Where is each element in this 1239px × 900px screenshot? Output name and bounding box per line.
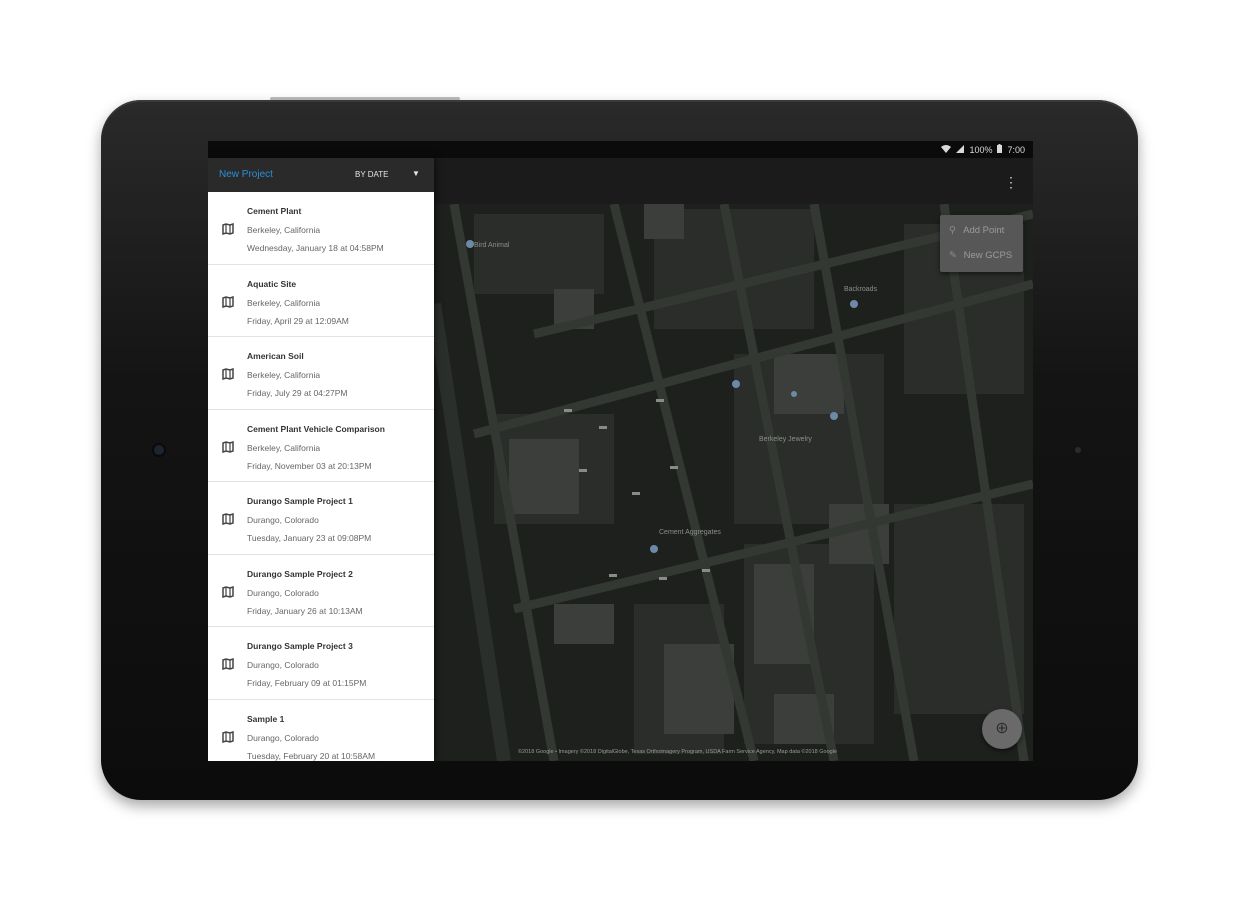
map-attribution: ©2018 Google • Imagery ©2018 DigitalGlob…	[518, 749, 837, 755]
project-name: Aquatic Site	[247, 278, 297, 289]
tablet-screen: 100% 7:00 ⋮ Bird Animal Backroads Cement…	[208, 141, 1033, 761]
fab-menu: ⚲ Add Point ✎ New GCPS	[940, 215, 1023, 272]
new-project-button[interactable]: New Project	[219, 169, 273, 180]
map-imagery	[434, 204, 1033, 761]
map-icon	[222, 222, 234, 236]
project-location: Durango, Colorado	[247, 732, 319, 743]
front-camera	[154, 445, 164, 455]
project-date: Friday, February 09 at 01:15PM	[247, 678, 367, 688]
project-date: Tuesday, February 20 at 10:58AM	[247, 750, 376, 761]
project-name: Cement Plant	[247, 206, 302, 216]
project-list-item[interactable]: Durango Sample Project 1 Durango, Colorad…	[208, 482, 434, 555]
project-date: Friday, November 03 at 20:13PM	[247, 460, 372, 471]
battery-percent: 100%	[969, 144, 993, 155]
map-icon	[222, 585, 234, 598]
project-location: Berkeley, California	[247, 442, 321, 453]
project-list-item[interactable]: Aquatic Site Berkeley, California Friday, …	[208, 265, 434, 337]
project-location: Berkeley, California	[247, 297, 321, 308]
project-list-item[interactable]: Cement Plant Vehicle Comparison Berkeley,…	[208, 410, 434, 482]
project-name: Durango Sample Project 1	[247, 496, 353, 506]
battery-icon	[997, 144, 1003, 155]
project-name: Sample 1	[247, 713, 285, 724]
satellite-map[interactable]: Bird Animal Backroads Cement Aggregates …	[434, 204, 1033, 761]
project-date: Wednesday, January 18 at 04:58PM	[247, 243, 384, 253]
project-list-item[interactable]: Cement Plant Berkeley, California Wednesda…	[208, 192, 434, 265]
project-list-item[interactable]: Sample 1 Durango, Colorado Tuesday, Februa…	[208, 700, 434, 762]
add-point-button[interactable]: ⚲ Add Point	[949, 225, 1004, 236]
project-location: Berkeley, California	[247, 225, 321, 235]
map-icon	[222, 657, 234, 671]
sidebar-header: New Project BY DATE ▼	[208, 158, 434, 192]
status-bar: 100% 7:00	[208, 141, 1033, 158]
project-date: Friday, July 29 at 04:27PM	[247, 388, 348, 398]
map-icon	[222, 367, 234, 381]
project-name: American Soil	[247, 351, 304, 361]
map-icon	[222, 295, 234, 308]
new-gcps-button[interactable]: ✎ New GCPS	[949, 250, 1012, 261]
my-location-icon: ⊕	[995, 720, 1009, 737]
project-name: Cement Plant Vehicle Comparison	[247, 423, 385, 434]
map-icon	[222, 440, 234, 453]
project-list-item[interactable]: American Soil Berkeley, California Friday,…	[208, 337, 434, 410]
project-location: Durango, Colorado	[247, 587, 319, 598]
signal-icon	[956, 144, 965, 155]
more-vert-icon[interactable]: ⋮	[1001, 172, 1021, 192]
project-list-item[interactable]: Durango Sample Project 2 Durango, Colorad…	[208, 555, 434, 627]
map-label: Backroads	[844, 286, 878, 293]
add-point-label: Add Point	[963, 225, 1005, 236]
sort-dropdown[interactable]: BY DATE	[355, 170, 389, 179]
project-location: Durango, Colorado	[247, 515, 319, 525]
project-location: Berkeley, California	[247, 370, 321, 380]
chevron-down-icon[interactable]: ▼	[412, 169, 420, 178]
project-date: Friday, January 26 at 10:13AM	[247, 605, 363, 616]
map-label: Bird Animal	[474, 242, 510, 249]
wifi-icon	[941, 144, 952, 155]
new-gcps-label: New GCPS	[963, 250, 1013, 261]
clock: 7:00	[1007, 144, 1025, 155]
map-label: Berkeley Jewelry	[759, 436, 812, 443]
project-location: Durango, Colorado	[247, 660, 319, 670]
project-sidebar: New Project BY DATE ▼ Cement Plant Berkel…	[208, 158, 434, 761]
project-date: Tuesday, January 23 at 09:08PM	[247, 533, 372, 543]
project-list-item[interactable]: Durango Sample Project 3 Durango, Colorad…	[208, 627, 434, 700]
project-name: Durango Sample Project 2	[247, 568, 353, 579]
pencil-icon: ✎	[949, 250, 957, 261]
project-name: Durango Sample Project 3	[247, 641, 353, 651]
map-icon	[222, 730, 234, 743]
project-list: Cement Plant Berkeley, California Wednesda…	[208, 192, 434, 761]
map-label: Cement Aggregates	[659, 529, 721, 536]
my-location-button[interactable]: ⊕	[982, 709, 1022, 749]
location-pin-icon: ⚲	[949, 225, 956, 236]
map-icon	[222, 512, 234, 526]
project-date: Friday, April 29 at 12:09AM	[247, 315, 349, 326]
sensor	[1075, 447, 1081, 453]
